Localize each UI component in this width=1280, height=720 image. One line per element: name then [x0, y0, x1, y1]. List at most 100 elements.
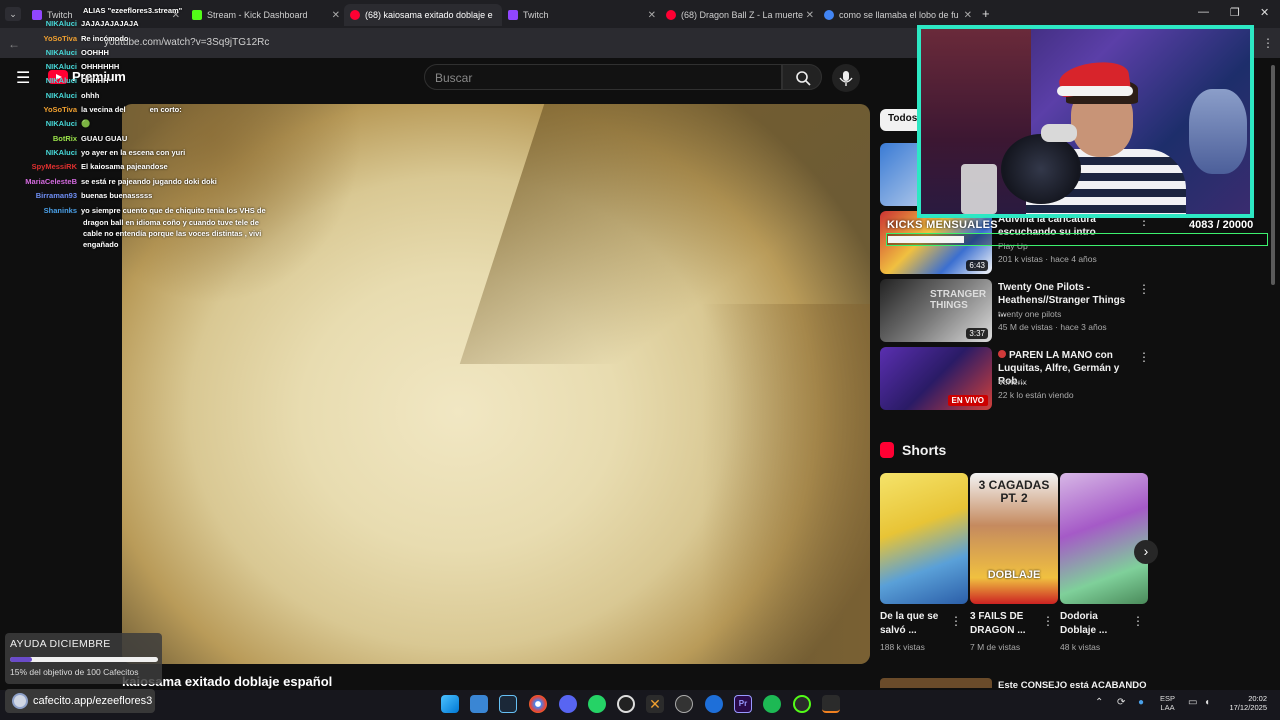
short-views: 7 M de vistas [970, 642, 1021, 652]
steam-icon[interactable] [499, 695, 517, 713]
short-title[interactable]: De la que se salvó ... [880, 610, 950, 638]
chat-username[interactable]: YoSoTiva [44, 34, 77, 43]
chat-text: Re incómodo [81, 34, 129, 43]
language-indicator[interactable]: ESP LAA [1160, 694, 1175, 712]
browser-menu-icon[interactable]: ⋮ [1262, 36, 1274, 50]
more-options-icon[interactable]: ⋮ [1132, 614, 1144, 628]
short-thumbnail-text: 3 CAGADAS PT. 2 [978, 478, 1050, 505]
obs-icon[interactable] [617, 695, 635, 713]
app-icon[interactable]: ✕ [646, 695, 664, 713]
stream-chat-overlay: ALIAS "ezeeflores3.stream" NIKAluci JAJAJA… [0, 0, 270, 260]
voice-search-button[interactable] [832, 64, 860, 92]
tab-dragon-ball[interactable]: (68) Dragon Ball Z - La muerte ✕ [660, 4, 818, 26]
chat-message: Birraman93 buenas buenasssss [36, 191, 153, 201]
chat-username[interactable]: NIKAluci [46, 76, 77, 85]
chat-username[interactable]: SpyMessiRK [32, 162, 77, 171]
close-tab-icon[interactable]: ✕ [332, 10, 340, 21]
chat-message: NIKAluci OHHHHHH [46, 62, 120, 72]
chat-username[interactable]: BotRix [53, 134, 77, 143]
chat-text: ALIAS "ezeeflores3.stream" [83, 6, 183, 15]
chat-text: yo ayer en la escena con yuri [81, 148, 186, 157]
chat-message: dragon ball en idioma coño y cuando tuve… [83, 218, 259, 228]
chat-username[interactable]: MariaCelesteB [25, 177, 77, 186]
scrollbar-thumb[interactable] [1271, 65, 1275, 285]
recommendation-thumbnail[interactable]: EN VIVO [880, 347, 992, 410]
donation-goal-track [10, 657, 158, 662]
chat-message: BotRix GUAU GUAU [53, 134, 127, 144]
recommendation-thumbnail[interactable] [880, 678, 992, 688]
short-title[interactable]: 3 FAILS DE DRAGON ... [970, 610, 1040, 638]
chat-username[interactable]: NIKAluci [46, 19, 77, 28]
tab-label: (68) kaiosama exitado doblaje e [365, 10, 493, 20]
chat-username[interactable]: NIKAluci [46, 48, 77, 57]
short-views: 188 k vistas [880, 642, 925, 652]
more-options-icon[interactable]: ⋮ [950, 614, 962, 628]
app-icon[interactable] [705, 695, 723, 713]
chat-username[interactable]: NIKAluci [46, 148, 77, 157]
microphone-tray-icon[interactable]: ● [1138, 697, 1144, 708]
close-tab-icon[interactable]: ✕ [806, 10, 814, 21]
chat-message: YoSoTiva Re incómodo [44, 34, 129, 44]
search-icon [796, 71, 811, 86]
live-badge: EN VIVO [947, 395, 988, 406]
new-tab-button[interactable]: + [982, 6, 990, 21]
recommendation-channel[interactable]: twenty one pilots [998, 309, 1061, 319]
app-icon[interactable] [822, 695, 840, 713]
chat-username[interactable]: NIKAluci [46, 119, 77, 128]
tab-twitch-2[interactable]: Twitch ✕ [502, 4, 660, 26]
windows-start-icon[interactable] [441, 695, 459, 713]
recommendation-thumbnail[interactable]: STRANGER THINGS 3:37 [880, 279, 992, 342]
discord-icon[interactable] [559, 695, 577, 713]
spotify-icon[interactable] [763, 695, 781, 713]
search-input[interactable]: Buscar [424, 64, 782, 90]
search-button[interactable] [782, 64, 822, 90]
sync-icon[interactable]: ⟳ [1117, 697, 1125, 708]
app-icon[interactable] [675, 695, 693, 713]
chat-message: NIKAluci ohhh [46, 91, 100, 101]
short-thumbnail[interactable]: 3 CAGADAS PT. 2 DOBLAJE [970, 473, 1058, 604]
tab-youtube-active[interactable]: (68) kaiosama exitado doblaje e [344, 4, 502, 26]
whatsapp-icon[interactable] [588, 695, 606, 713]
maximize-button[interactable]: ❐ [1230, 6, 1240, 19]
short-views: 48 k vistas [1060, 642, 1101, 652]
more-options-icon[interactable]: ⋮ [1042, 614, 1054, 628]
microphone-icon [839, 71, 853, 86]
thumbnail-text: STRANGER THINGS [930, 289, 987, 311]
twitch-icon [508, 10, 518, 20]
network-icon[interactable]: ▭ [1188, 697, 1197, 708]
close-tab-icon[interactable]: ✕ [648, 10, 656, 21]
task-view-icon[interactable] [470, 695, 488, 713]
app-icon[interactable] [793, 695, 811, 713]
close-tab-icon[interactable]: ✕ [964, 10, 972, 21]
premiere-icon[interactable]: Pr [734, 695, 752, 713]
donation-goal-title: AYUDA DICIEMBRE [10, 638, 111, 650]
system-clock[interactable]: 20:02 17/12/2025 [1222, 694, 1267, 712]
chrome-icon[interactable] [529, 695, 547, 713]
webcam-overlay [917, 25, 1254, 218]
chat-message: SpyMessiRK El kaiosama pajeandose [32, 162, 168, 172]
short-title[interactable]: Dodoria Doblaje ... [1060, 610, 1130, 638]
chat-username[interactable]: Birraman93 [36, 191, 77, 200]
kicks-goal-fill [888, 236, 964, 243]
tray-expand-icon[interactable]: ⌃ [1095, 697, 1103, 708]
shorts-title: Shorts [902, 442, 947, 458]
chat-text: en corto: [149, 105, 182, 114]
chat-text: OHHHH [81, 76, 109, 85]
minimize-button[interactable]: — [1198, 6, 1209, 18]
more-options-icon[interactable]: ⋮ [1138, 282, 1150, 296]
short-thumbnail[interactable] [1060, 473, 1148, 604]
kicks-goal-count: 4083 / 20000 [1189, 219, 1254, 231]
tab-google-search[interactable]: como se llamaba el lobo de fu ✕ [818, 4, 976, 26]
chat-username[interactable]: NIKAluci [46, 62, 77, 71]
chat-username[interactable]: NIKAluci [46, 91, 77, 100]
shorts-next-button[interactable]: › [1134, 540, 1158, 564]
close-window-button[interactable]: ✕ [1260, 6, 1269, 19]
recommendation-channel[interactable]: Vorterix [998, 377, 1027, 387]
short-thumbnail[interactable] [880, 473, 968, 604]
volume-icon[interactable]: ◖ [1204, 697, 1210, 708]
tab-label: como se llamaba el lobo de fu [839, 10, 959, 20]
more-options-icon[interactable]: ⋮ [1138, 350, 1150, 364]
chat-username[interactable]: YoSoTiva [44, 105, 77, 114]
clock-date: 17/12/2025 [1229, 703, 1267, 712]
chat-username[interactable]: Shaninks [44, 206, 77, 215]
